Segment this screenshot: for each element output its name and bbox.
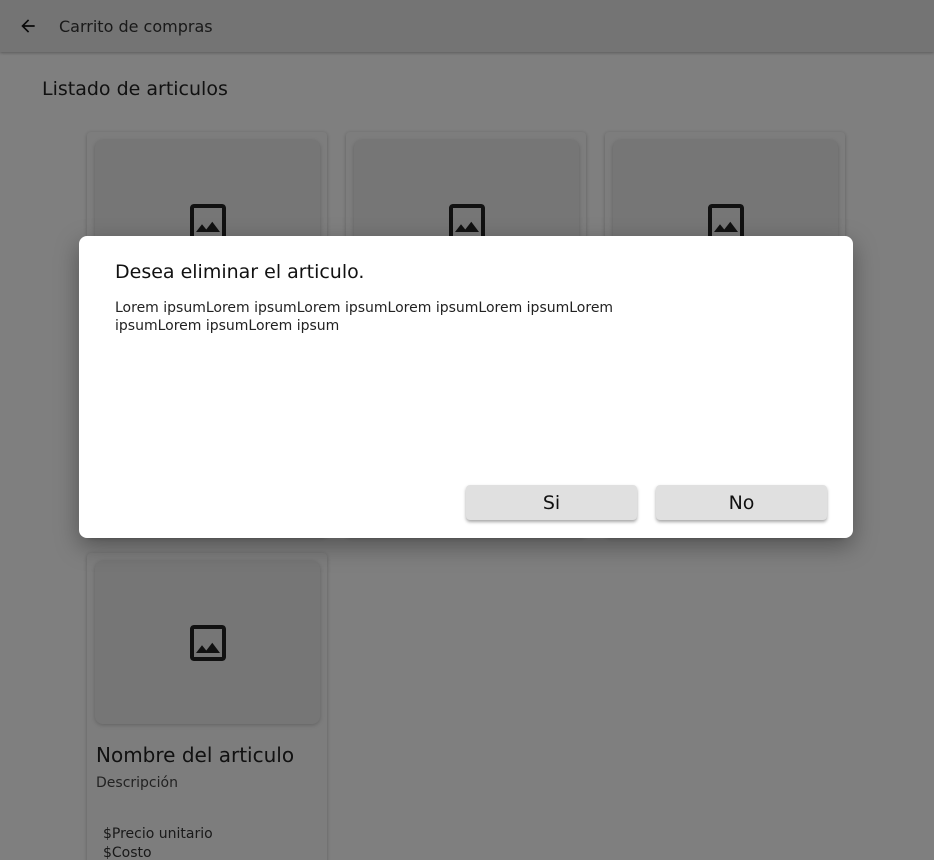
dialog-title: Desea eliminar el articulo. (115, 261, 365, 283)
cancel-button[interactable]: No (656, 485, 827, 520)
delete-confirm-dialog: Desea eliminar el articulo. Lorem ipsumL… (79, 236, 853, 538)
confirm-button[interactable]: Si (466, 485, 637, 520)
dialog-message: Lorem ipsumLorem ipsumLorem ipsumLorem i… (115, 300, 614, 334)
